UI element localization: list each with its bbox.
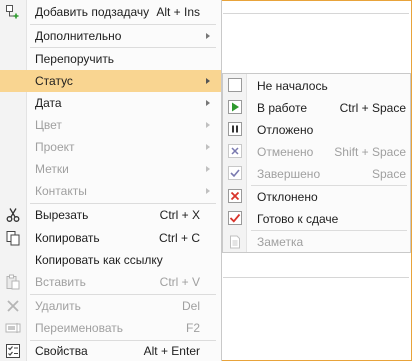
note-icon: [230, 235, 240, 249]
delete-icon: [7, 300, 19, 312]
menu-item-label: Не началось: [257, 79, 328, 93]
submenu-arrow-icon: [206, 78, 210, 84]
submenu-arrow-icon: [206, 33, 210, 39]
menu-item-label: Перепоручить: [35, 52, 115, 66]
menu-item-contacts: Контакты: [0, 180, 221, 202]
menu-item-shortcut: Alt + Ins: [156, 5, 200, 19]
menu-item-rename: Переименовать F2: [0, 317, 221, 339]
status-note: Заметка: [223, 231, 410, 253]
menu-item-label: Завершено: [257, 167, 321, 181]
menu-item-paste: Вставить Ctrl + V: [0, 271, 221, 293]
menu-item-label: Добавить подзадачу: [35, 5, 150, 19]
scissors-icon: [6, 208, 20, 222]
submenu-arrow-icon: [206, 122, 210, 128]
status-ready[interactable]: Готово к сдаче: [223, 208, 410, 230]
properties-icon: [6, 344, 20, 358]
menu-item-shortcut: Del: [181, 299, 200, 313]
background-row-line: [223, 277, 409, 278]
menu-item-label: Переименовать: [35, 321, 123, 335]
menu-item-label: Вставить: [35, 275, 86, 289]
menu-item-label: Дата: [35, 96, 62, 110]
submenu-arrow-icon: [206, 100, 210, 106]
menu-item-additional[interactable]: Дополнительно: [0, 25, 221, 47]
menu-item-shortcut: Ctrl + X: [159, 208, 200, 222]
status-in-progress[interactable]: В работе Ctrl + Space: [223, 97, 410, 119]
menu-item-cut[interactable]: Вырезать Ctrl + X: [0, 204, 221, 226]
menu-item-copy-link[interactable]: Копировать как ссылку: [0, 249, 221, 271]
empty-checkbox-icon: [228, 78, 242, 92]
menu-item-label: Метки: [35, 162, 69, 176]
menu-item-status[interactable]: Статус: [0, 70, 221, 92]
submenu-arrow-icon: [206, 188, 210, 194]
menu-item-label: Цвет: [35, 118, 62, 132]
menu-item-add-subtask[interactable]: Добавить подзадачу Alt + Ins: [0, 1, 221, 23]
red-checkmark-icon: [228, 211, 242, 225]
add-subtask-icon: [6, 5, 19, 19]
menu-item-project: Проект: [0, 136, 221, 158]
menu-item-label: Готово к сдаче: [257, 212, 339, 226]
menu-item-shortcut: Ctrl + C: [158, 231, 200, 245]
play-icon: [228, 100, 242, 114]
menu-item-label: Отклонено: [257, 190, 318, 204]
menu-item-label: Заметка: [257, 235, 304, 249]
status-not-started[interactable]: Не началось: [223, 75, 410, 97]
cross-icon: [228, 144, 242, 158]
menu-item-label: Отложено: [257, 123, 314, 137]
menu-item-shortcut: Alt + Enter: [143, 344, 200, 358]
status-submenu: Не началось В работе Ctrl + Space Отложе…: [222, 73, 411, 253]
menu-item-label: Контакты: [35, 184, 87, 198]
menu-item-shortcut: Ctrl + V: [159, 275, 200, 289]
pause-icon: [228, 122, 242, 136]
rename-icon: [5, 323, 21, 333]
menu-item-reassign[interactable]: Перепоручить: [0, 48, 221, 70]
menu-item-label: Отменено: [257, 145, 314, 159]
checkmark-icon: [228, 166, 242, 180]
menu-item-shortcut: F2: [185, 321, 200, 335]
status-rejected[interactable]: Отклонено: [223, 186, 410, 208]
background-row-line: [223, 13, 409, 14]
menu-item-label: Удалить: [35, 299, 81, 313]
menu-item-label: В работе: [257, 101, 308, 115]
menu-item-shortcut: Shift + Space: [334, 145, 406, 159]
menu-item-shortcut: Ctrl + Space: [339, 101, 406, 115]
status-cancelled[interactable]: Отменено Shift + Space: [223, 141, 410, 163]
red-cross-icon: [228, 189, 242, 203]
copy-icon: [6, 231, 20, 246]
menu-item-label: Проект: [35, 140, 75, 154]
menu-item-label: Свойства: [35, 344, 88, 358]
menu-item-properties[interactable]: Свойства Alt + Enter: [0, 340, 221, 362]
submenu-arrow-icon: [206, 166, 210, 172]
menu-item-label: Вырезать: [35, 208, 89, 222]
menu-item-tags: Метки: [0, 158, 221, 180]
status-postponed[interactable]: Отложено: [223, 119, 410, 141]
context-menu: Добавить подзадачу Alt + Ins Дополнитель…: [0, 0, 222, 361]
menu-item-color: Цвет: [0, 114, 221, 136]
menu-item-label: Дополнительно: [35, 29, 122, 43]
menu-item-date[interactable]: Дата: [0, 92, 221, 114]
menu-item-label: Копировать: [35, 231, 100, 245]
menu-item-label: Статус: [35, 74, 73, 88]
menu-item-delete: Удалить Del: [0, 295, 221, 317]
menu-item-shortcut: Space: [371, 167, 406, 181]
submenu-arrow-icon: [206, 144, 210, 150]
menu-item-copy[interactable]: Копировать Ctrl + C: [0, 227, 221, 249]
menu-item-label: Копировать как ссылку: [35, 253, 163, 267]
status-completed[interactable]: Завершено Space: [223, 163, 410, 185]
paste-icon: [6, 274, 20, 290]
